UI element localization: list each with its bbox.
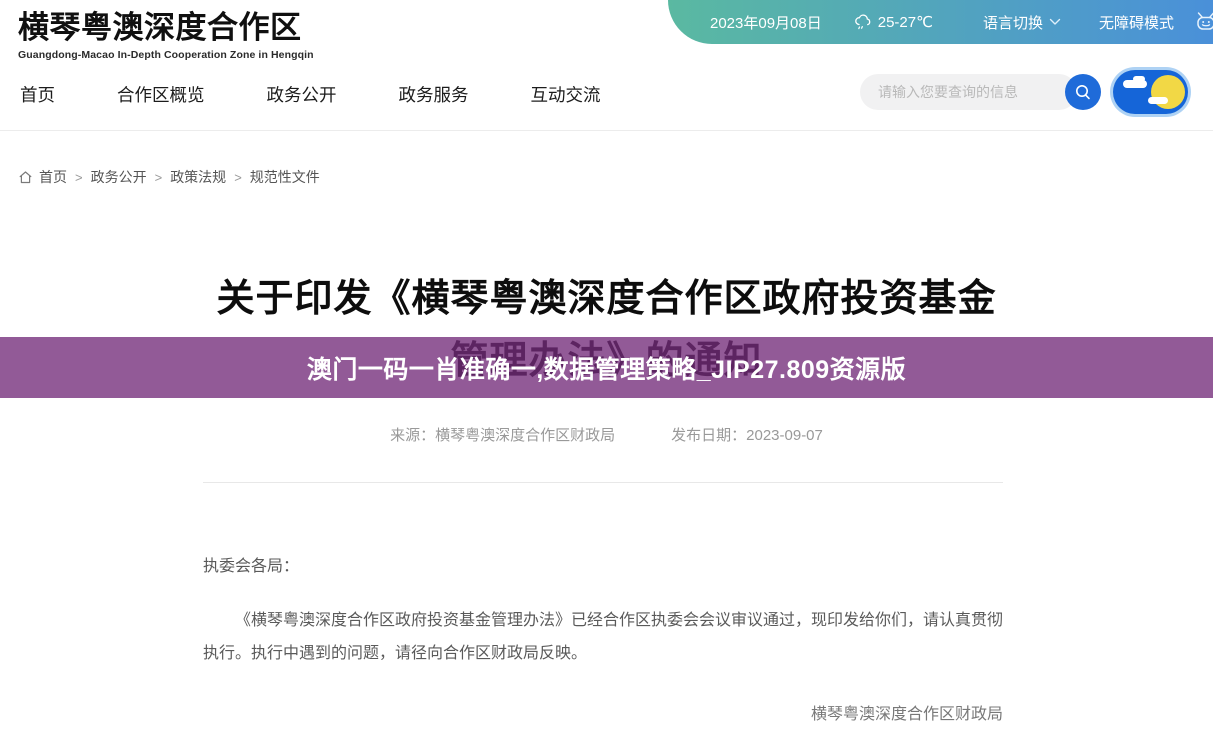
page: 横琴粤澳深度合作区 Guangdong-Macao In-Depth Coope… [0,0,1213,735]
home-icon [18,170,35,185]
article-meta: 来源：横琴粤澳深度合作区财政局 发布日期：2023-09-07 [0,424,1213,445]
breadcrumb-separator: > [155,170,163,185]
nav-item-gov-services[interactable]: 政务服务 [399,82,469,107]
overlay-ad-text[interactable]: 澳门一码一肖准确一,数据管理策略_JIP27.809资源版 [307,350,906,386]
article-greeting: 执委会各局： [203,552,299,576]
robot-assistant-icon[interactable] [1194,11,1213,33]
weather-cloud-icon [854,14,878,31]
nav-item-zone-overview[interactable]: 合作区概览 [117,82,205,107]
topbar-weather: 25-27℃ [854,13,933,31]
language-switch-label: 语言切换 [983,12,1043,33]
breadcrumb-policies[interactable]: 政策法规 [170,167,226,187]
site-logo[interactable]: 横琴粤澳深度合作区 Guangdong-Macao In-Depth Coope… [18,8,314,61]
article-signature: 横琴粤澳深度合作区财政局 [203,700,1003,724]
main-nav: 首页 合作区概览 政务公开 政务服务 互动交流 [20,82,663,107]
overlay-ad-banner: 澳门一码一肖准确一,数据管理策略_JIP27.809资源版 [0,337,1213,398]
day-night-toggle[interactable] [1113,70,1188,114]
article-publish-date: 发布日期：2023-09-07 [671,424,823,445]
nav-item-gov-disclosure[interactable]: 政务公开 [267,82,337,107]
breadcrumb: 首页 > 政务公开 > 政策法规 > 规范性文件 [18,167,324,187]
nav-item-home[interactable]: 首页 [20,82,55,107]
breadcrumb-separator: > [234,170,242,185]
cloud-icon [1148,97,1168,104]
search-input[interactable] [860,84,1065,100]
search-icon [1074,83,1092,101]
topbar: 2023年09月08日 25-27℃ 语言切换 [668,0,1213,44]
topbar-date: 2023年09月08日 [710,12,822,33]
breadcrumb-normative-docs[interactable]: 规范性文件 [250,167,320,187]
logo-subtitle: Guangdong-Macao In-Depth Cooperation Zon… [18,49,314,61]
site-header: 横琴粤澳深度合作区 Guangdong-Macao In-Depth Coope… [0,0,1213,131]
nav-item-interaction[interactable]: 互动交流 [531,82,601,107]
breadcrumb-gov-disclosure[interactable]: 政务公开 [91,167,147,187]
accessibility-mode-button[interactable]: 无障碍模式 [1099,12,1174,33]
language-switch[interactable]: 语言切换 [983,12,1061,33]
cloud-icon [1133,76,1145,82]
breadcrumb-separator: > [75,170,83,185]
article-body-paragraph: 《横琴粤澳深度合作区政府投资基金管理办法》已经合作区执委会会议审议通过，现印发给… [203,604,1003,670]
search-button[interactable] [1065,74,1101,110]
search-bar [860,74,1077,110]
article-title-line1: 关于印发《横琴粤澳深度合作区政府投资基金 [0,268,1213,330]
topbar-weather-text: 25-27℃ [878,13,933,31]
meta-divider [203,482,1003,483]
breadcrumb-home[interactable]: 首页 [39,167,67,187]
chevron-down-icon [1043,18,1061,26]
article-source: 来源：横琴粤澳深度合作区财政局 [390,424,615,445]
logo-title: 横琴粤澳深度合作区 [18,8,314,48]
